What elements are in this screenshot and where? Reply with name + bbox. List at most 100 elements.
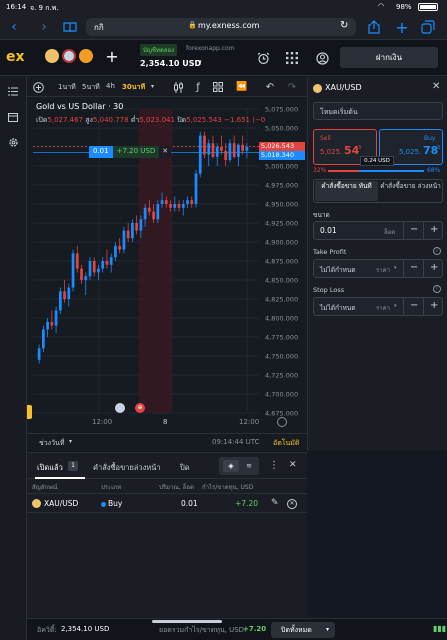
row-type: Buy xyxy=(108,499,123,508)
timeframe-30m[interactable]: 30นาที xyxy=(122,82,145,93)
rewind-icon[interactable]: ⏪ xyxy=(235,80,249,94)
grouped-view-icon[interactable]: ◈ xyxy=(223,460,239,472)
candle-body xyxy=(198,135,202,174)
order-panel-close-icon[interactable]: ✕ xyxy=(432,81,440,92)
signal-strength-icon: ▮▮▮ xyxy=(433,624,447,633)
reload-icon[interactable]: ↻ xyxy=(340,20,348,31)
candle-body xyxy=(177,204,181,208)
forward-icon[interactable]: › xyxy=(36,17,52,37)
new-tab-icon[interactable]: + xyxy=(394,17,410,37)
date-range-button[interactable]: ช่วงวันที่ xyxy=(39,438,64,449)
left-rail xyxy=(0,76,27,640)
take-profit-decrease-button[interactable]: − xyxy=(410,262,418,273)
candle-body xyxy=(232,143,236,157)
instrument-icon-2[interactable] xyxy=(62,49,76,63)
book-icon[interactable] xyxy=(62,19,78,35)
tab-pending[interactable]: คำสั่งซื้อขายล่วงหน้า xyxy=(93,462,161,474)
chart-title: Gold vs US Dollar · 30 xyxy=(36,102,124,111)
tabs-overview-icon[interactable] xyxy=(420,19,436,35)
us-flag-event-icon[interactable] xyxy=(115,403,125,413)
close-position-icon[interactable]: ✕ xyxy=(287,499,297,509)
timeframe-4h[interactable]: 4h xyxy=(106,82,115,90)
stop-loss-unit-chevron-icon[interactable]: ▾ xyxy=(394,303,397,309)
y-tick-label: 4,775.000 xyxy=(265,334,298,342)
stop-loss-decrease-button[interactable]: − xyxy=(410,300,418,311)
candle-body xyxy=(75,253,79,269)
instrument-icon-1[interactable] xyxy=(45,49,59,63)
position-tag[interactable]: 0.01 +7.20 USD ✕ xyxy=(89,146,172,158)
add-indicator-icon[interactable] xyxy=(31,80,45,94)
more-options-icon[interactable]: ⋮ xyxy=(269,460,279,471)
price-chart[interactable]: 5,075.0005,050.0005,025.0005,000.0004,97… xyxy=(27,97,307,433)
account-selector[interactable]: บัญชีทดลอง forexonapp.com 2,354.10 USD ▾ xyxy=(140,44,250,72)
xau-symbol-icon xyxy=(32,499,41,508)
order-panel: XAU/USD ✕ โหมดเริ่มต้น Sell 5,025. 54 3 … xyxy=(307,77,447,451)
layout-icon[interactable] xyxy=(211,80,225,94)
back-icon[interactable]: ‹ xyxy=(6,17,22,37)
account-type-badge: บัญชีทดลอง xyxy=(140,44,178,56)
take-profit-input[interactable]: ไม่ได้กำหนด xyxy=(320,265,356,275)
order-mode-select[interactable]: โหมดเริ่มต้น xyxy=(313,102,443,120)
tab-closed[interactable]: ปิด xyxy=(180,462,190,474)
position-close-icon[interactable]: ✕ xyxy=(159,146,172,158)
col-symbol: สัญลักษณ์ xyxy=(32,484,58,491)
timeframe-1m[interactable]: 1นาที xyxy=(58,82,76,93)
undo-icon[interactable]: ↶ xyxy=(263,80,277,94)
exness-logo[interactable]: ex xyxy=(6,49,25,65)
apps-grid-icon[interactable] xyxy=(284,50,300,66)
low-value: 5,023.041 xyxy=(139,116,175,124)
deposit-button[interactable]: ฝากเงิน xyxy=(340,47,438,68)
instrument-icon-3[interactable] xyxy=(79,49,93,63)
stop-loss-input[interactable]: ไม่ได้กำหนด xyxy=(320,303,356,313)
candle-body xyxy=(135,223,138,231)
candle-body xyxy=(80,268,83,280)
add-instrument-icon[interactable]: + xyxy=(104,47,120,66)
user-profile-icon[interactable] xyxy=(314,50,330,66)
market-order-tab[interactable]: คำสั่งซื้อขาย ทันที xyxy=(315,181,378,201)
stop-loss-unit[interactable]: ราคา xyxy=(376,303,390,313)
take-profit-unit-chevron-icon[interactable]: ▾ xyxy=(394,265,397,271)
take-profit-increase-button[interactable]: + xyxy=(430,262,438,273)
chart-settings-icon[interactable] xyxy=(277,417,287,427)
change-value: −1.651 (−0 xyxy=(224,116,266,124)
stop-loss-info-icon[interactable]: i xyxy=(433,285,441,293)
candle-body xyxy=(105,261,109,265)
y-tick-label: 4,925.000 xyxy=(265,220,298,228)
indicators-fx-icon[interactable]: ƒ xyxy=(191,80,205,94)
tab-open[interactable]: เปิดแล้ว xyxy=(37,462,63,474)
edit-position-icon[interactable]: ✎ xyxy=(271,498,279,508)
candle-body xyxy=(84,276,88,280)
timeframe-chevron-down-icon[interactable]: ▾ xyxy=(151,83,154,90)
candle-body xyxy=(67,287,71,299)
positions-close-icon[interactable]: ✕ xyxy=(289,460,297,470)
table-row[interactable]: XAU/USD Buy 0.01 +7.20 ✎ ✕ xyxy=(27,493,307,513)
chart-type-icon[interactable] xyxy=(171,80,185,94)
alarm-clock-icon[interactable] xyxy=(255,50,271,66)
take-profit-unit[interactable]: ราคา xyxy=(376,265,390,275)
date-range-chevron-icon[interactable]: ▾ xyxy=(69,438,72,445)
candle-body xyxy=(58,291,62,311)
stop-loss-label: Stop Loss xyxy=(313,286,345,294)
close-all-button[interactable]: ปิดทั้งหมด ▾ xyxy=(271,622,335,638)
volume-input[interactable]: 0.01 xyxy=(320,226,337,235)
address-bar[interactable]: กกิ 🔒 my.exness.com ↻ xyxy=(86,18,356,36)
close-value: 5,025.543 xyxy=(186,116,222,124)
stop-loss-increase-button[interactable]: + xyxy=(430,300,438,311)
share-icon[interactable] xyxy=(366,18,382,36)
volume-increase-button[interactable]: + xyxy=(430,224,438,235)
timeframe-5m[interactable]: 5นาที xyxy=(82,82,100,93)
drawer-handle[interactable] xyxy=(27,405,32,419)
pending-order-tab[interactable]: คำสั่งซื้อขาย ล่วงหน้า xyxy=(379,181,442,201)
candle-body xyxy=(211,143,215,157)
take-profit-info-icon[interactable]: i xyxy=(433,247,441,255)
stacked-view-icon[interactable]: ≋ xyxy=(241,460,257,472)
event-marker-icon[interactable]: ⊕ xyxy=(135,403,145,413)
menu-list-icon[interactable] xyxy=(6,84,20,98)
auto-scale-toggle[interactable]: อัตโนมัติ xyxy=(273,438,299,449)
volume-decrease-button[interactable]: − xyxy=(410,224,418,235)
calendar-icon[interactable] xyxy=(6,110,20,124)
redo-icon[interactable]: ↷ xyxy=(285,80,299,94)
col-type: ประเภท xyxy=(101,484,122,491)
row-volume: 0.01 xyxy=(181,499,198,508)
settings-gear-icon[interactable] xyxy=(6,135,20,149)
